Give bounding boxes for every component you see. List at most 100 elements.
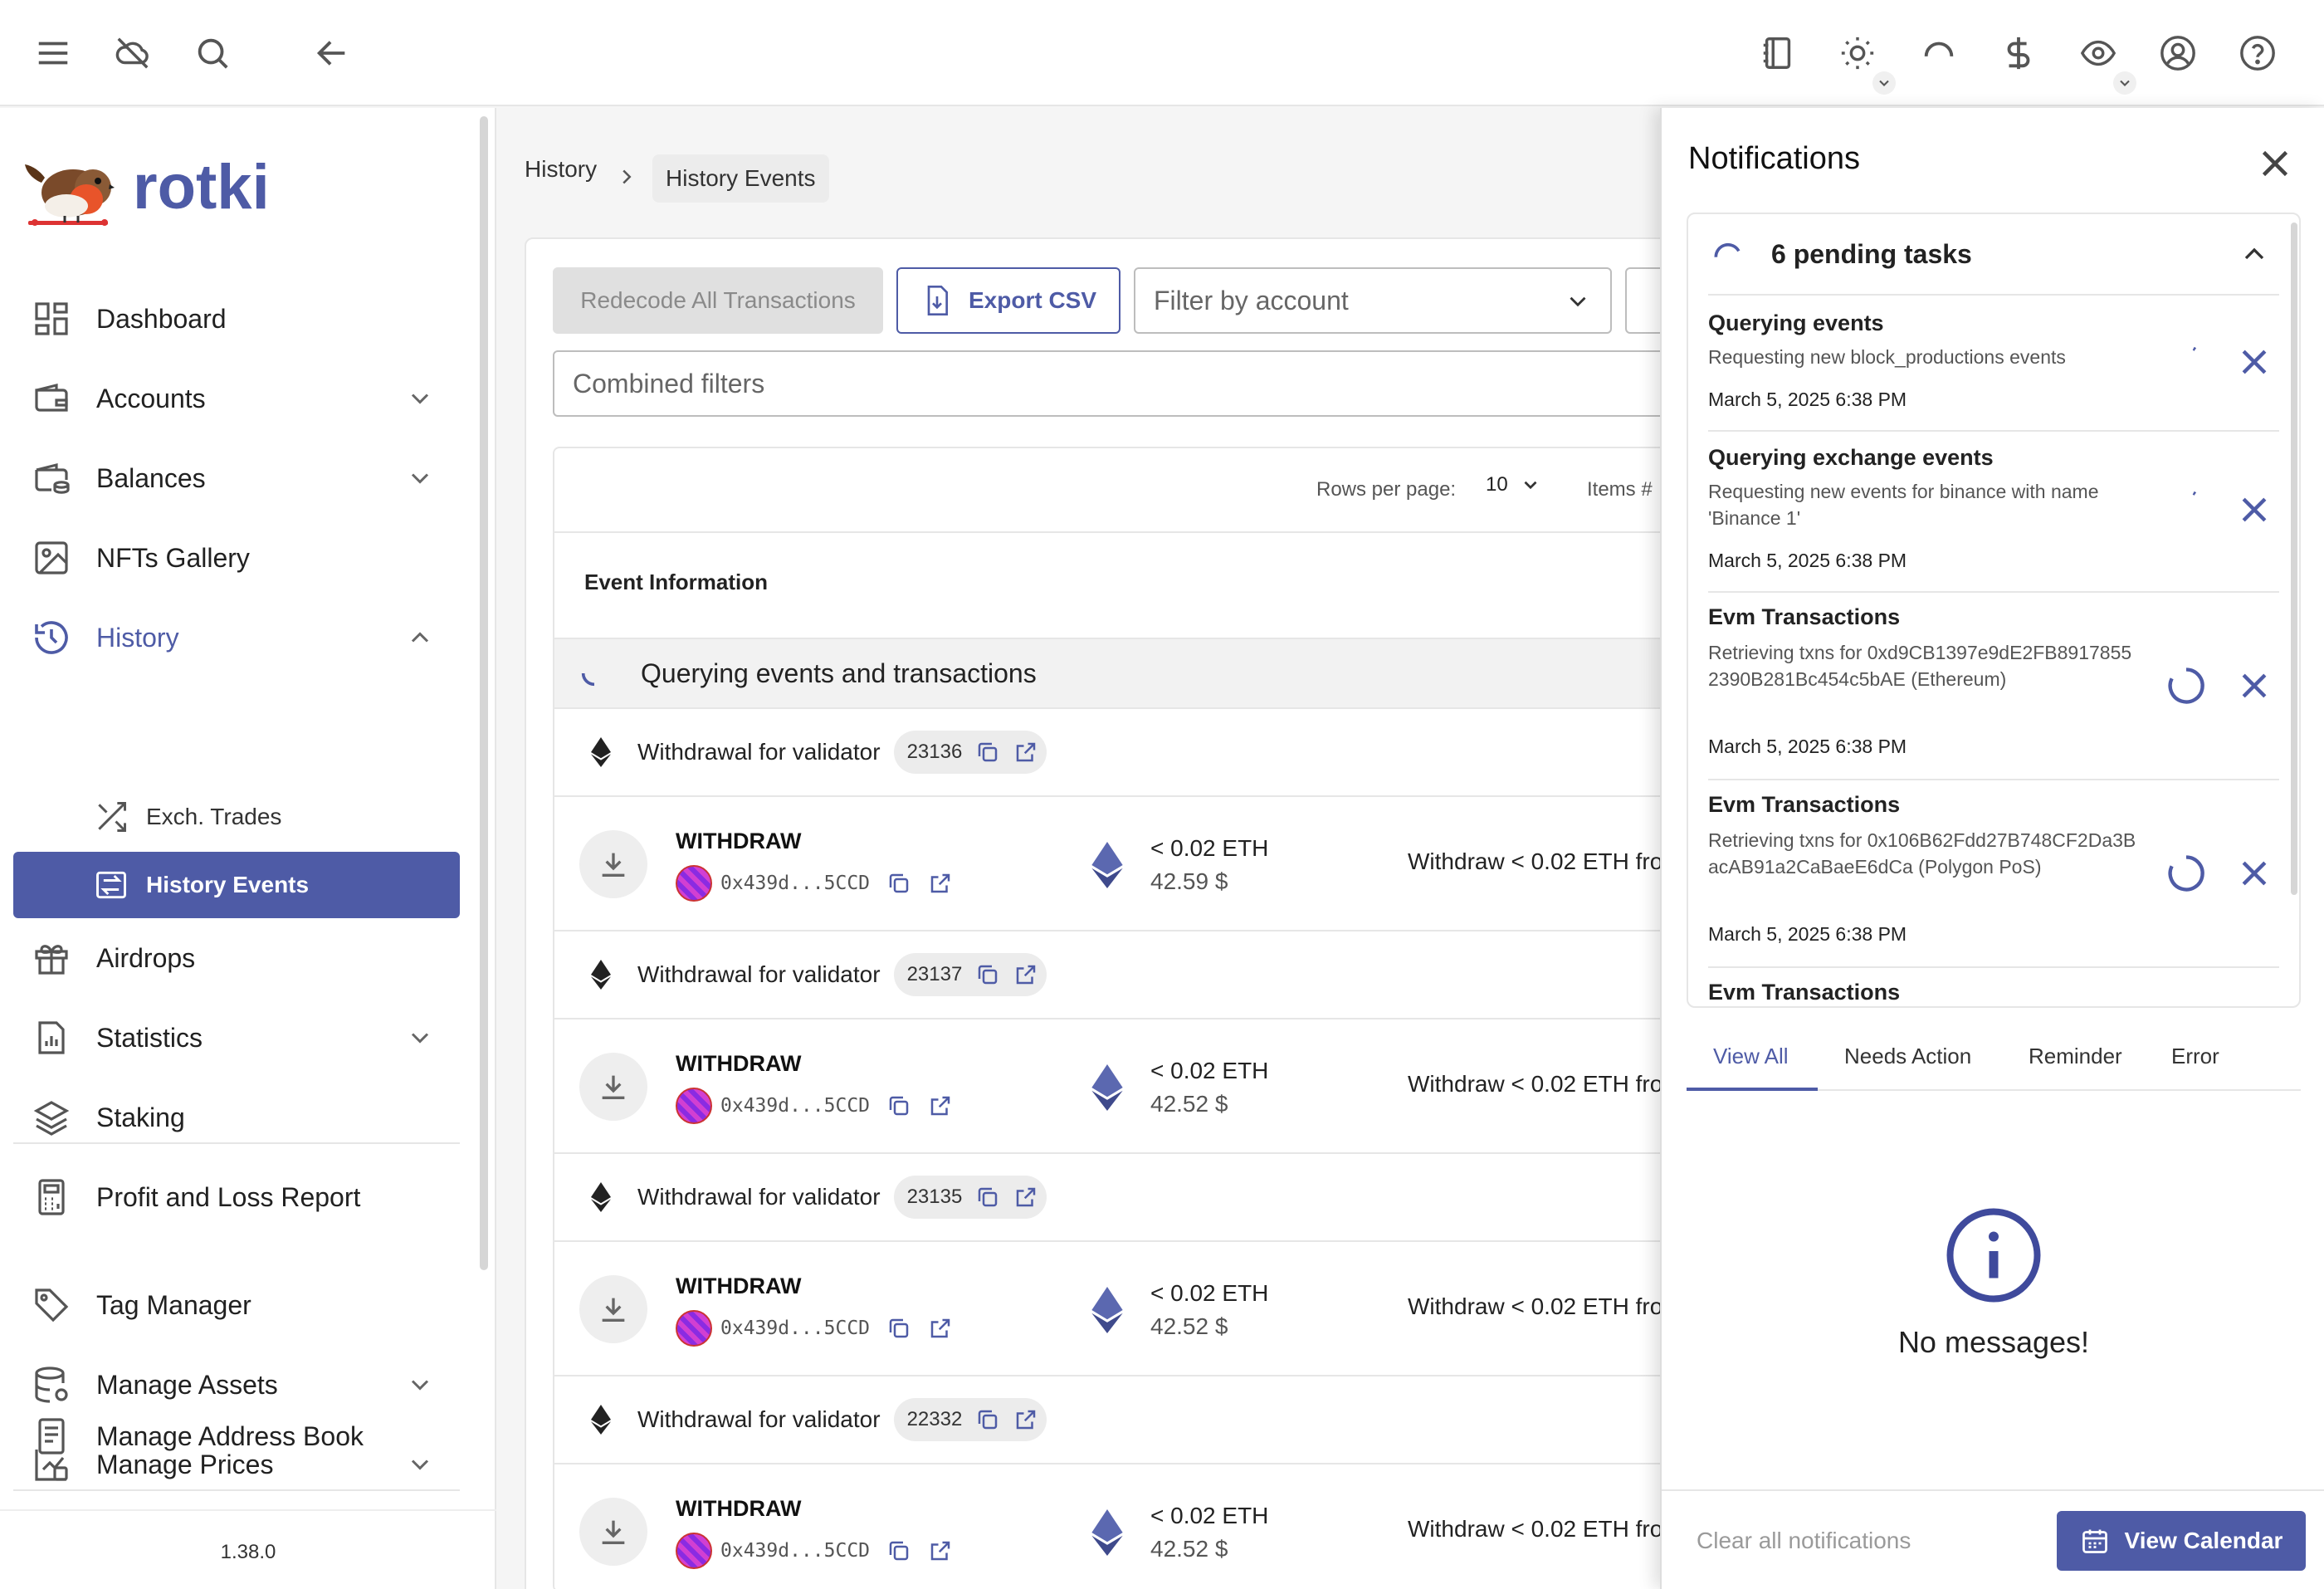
table-row[interactable]: WITHDRAW 0x439d...5CCD < 0.02 ETH 42.59 … [554, 797, 1697, 931]
nav-item-tag-manager[interactable]: Tag Manager [13, 1272, 460, 1338]
privacy-menu-chevron-icon[interactable] [2113, 71, 2136, 95]
export-csv-button[interactable]: Export CSV [896, 267, 1120, 334]
event-description: Withdraw < 0.02 ETH fro [1408, 1071, 1663, 1097]
external-link-icon[interactable] [928, 871, 953, 896]
querying-status-bar: Querying events and transactions [554, 638, 1697, 709]
amount-value: < 0.02 ETH [1150, 1280, 1269, 1306]
nav-item-statistics[interactable]: Statistics [13, 1005, 460, 1071]
pending-tasks-header[interactable]: 6 pending tasks [1688, 214, 2299, 294]
tab-error[interactable]: Error [2171, 1021, 2219, 1091]
redecode-all-button[interactable]: Redecode All Transactions [553, 267, 883, 334]
table-row[interactable]: WITHDRAW 0x439d...5CCD < 0.02 ETH 42.52 … [554, 1464, 1697, 1589]
loading-icon[interactable] [1914, 28, 1964, 78]
theme-sun-icon[interactable] [1833, 28, 1882, 78]
amount-usd: 42.52 $ [1150, 1313, 1228, 1339]
task-item: Querying events Requesting new block_pro… [1708, 296, 2279, 432]
sub-label: Exch. Trades [146, 804, 282, 829]
table-row[interactable]: WITHDRAW 0x439d...5CCD < 0.02 ETH 42.52 … [554, 1242, 1697, 1376]
view-calendar-button[interactable]: View Calendar [2057, 1511, 2306, 1571]
nav-label: History [96, 622, 179, 653]
copy-icon[interactable] [975, 740, 1000, 765]
chevron-down-icon[interactable] [405, 384, 435, 413]
chevron-down-icon[interactable] [405, 1370, 435, 1400]
copy-icon[interactable] [886, 871, 911, 896]
task-description: Retrieving txns for 0x106B62Fdd27B748CF2… [1708, 829, 2136, 878]
view-calendar-label: View Calendar [2124, 1528, 2283, 1553]
chevron-down-icon[interactable] [405, 1023, 435, 1053]
external-link-icon[interactable] [1013, 962, 1038, 987]
nav-item-balances[interactable]: Balances [13, 445, 460, 511]
chevron-down-icon [1570, 296, 1586, 307]
copy-icon[interactable] [886, 1538, 911, 1563]
currency-dollar-icon[interactable] [1994, 28, 2043, 78]
sidebar-item-history-events[interactable]: History Events [13, 852, 460, 918]
tab-needs-action[interactable]: Needs Action [1844, 1021, 1971, 1091]
external-link-icon[interactable] [928, 1538, 953, 1563]
combined-filters-placeholder: Combined filters [573, 368, 765, 398]
help-icon[interactable] [2233, 28, 2282, 78]
external-link-icon[interactable] [1013, 1407, 1038, 1432]
nav-item-dashboard[interactable]: Dashboard [13, 286, 460, 352]
chevron-up-icon[interactable] [2238, 237, 2271, 271]
account-filter-select[interactable]: Filter by account [1134, 267, 1612, 334]
external-link-icon[interactable] [1013, 740, 1038, 765]
chevron-down-icon[interactable] [405, 463, 435, 493]
app-version: 1.38.0 [220, 1541, 276, 1563]
avatar [676, 865, 712, 902]
nav-item-nfts-gallery[interactable]: NFTs Gallery [13, 525, 460, 591]
events-table: Rows per page: 10 Items # Event Informat… [553, 447, 1698, 1589]
combined-filters-input[interactable]: Combined filters [553, 350, 1698, 417]
nav-item-profit-and-loss-report[interactable]: Profit and Loss Report [13, 1164, 460, 1230]
pending-tasks-scrollbar[interactable] [2291, 222, 2297, 895]
nav-item-accounts[interactable]: Accounts [13, 365, 460, 432]
copy-icon[interactable] [975, 1185, 1000, 1210]
avatar [676, 1310, 712, 1347]
back-arrow-icon[interactable] [307, 28, 357, 78]
cancel-task-icon[interactable] [2236, 855, 2273, 892]
loading-spinner-icon [2168, 667, 2204, 704]
sidebar-item-exch-trades[interactable]: Exch. Trades [13, 784, 460, 850]
chevron-up-icon[interactable] [405, 623, 435, 653]
event-address: 0x439d...5CCD [676, 865, 953, 902]
tab-view-all[interactable]: View All [1713, 1021, 1789, 1091]
eye-icon[interactable] [2073, 28, 2123, 78]
event-group-header: Withdrawal for validator 23137 [554, 931, 1697, 1019]
account-circle-icon[interactable] [2153, 28, 2203, 78]
external-link-icon[interactable] [1013, 1185, 1038, 1210]
table-row[interactable]: WITHDRAW 0x439d...5CCD < 0.02 ETH 42.52 … [554, 1019, 1697, 1154]
cancel-task-icon[interactable] [2236, 667, 2273, 704]
notebook-icon[interactable] [1753, 28, 1803, 78]
cancel-task-icon[interactable] [2236, 344, 2273, 380]
nav-item-staking[interactable]: Staking [13, 1084, 460, 1151]
breadcrumb-parent[interactable]: History [525, 156, 597, 183]
validator-chip: 22332 [893, 1398, 1047, 1441]
external-link-icon[interactable] [928, 1316, 953, 1341]
notifications-panel: Notifications 6 pending tasks Querying e… [1660, 108, 2324, 1589]
copy-icon[interactable] [975, 1407, 1000, 1432]
nav-item-airdrops[interactable]: Airdrops [13, 925, 460, 991]
theme-menu-chevron-icon[interactable] [1872, 71, 1896, 95]
amount-value: < 0.02 ETH [1150, 1058, 1269, 1083]
close-icon[interactable] [2253, 141, 2297, 186]
address-text: 0x439d...5CCD [720, 1095, 871, 1117]
menu-icon[interactable] [28, 28, 78, 78]
search-icon[interactable] [188, 28, 237, 78]
avatar [676, 1533, 712, 1569]
nav-item-manage-address-book[interactable]: Manage Address Book [13, 1403, 460, 1469]
copy-icon[interactable] [975, 962, 1000, 987]
empty-message: No messages! [1897, 1325, 2090, 1359]
clear-all-notifications-button[interactable]: Clear all notifications [1697, 1528, 1911, 1554]
sidebar-scrollbar[interactable] [480, 116, 488, 1270]
gift-icon [35, 945, 68, 975]
nav-item-history[interactable]: History [13, 604, 460, 671]
event-type: WITHDRAW [676, 1496, 802, 1521]
cloud-off-icon[interactable] [108, 28, 158, 78]
external-link-icon[interactable] [928, 1093, 953, 1118]
cancel-task-icon[interactable] [2236, 491, 2273, 528]
event-address: 0x439d...5CCD [676, 1310, 953, 1347]
copy-icon[interactable] [886, 1316, 911, 1341]
rows-per-page-value: 10 [1486, 473, 1508, 496]
rows-per-page-select[interactable]: 10 [1486, 473, 1541, 496]
copy-icon[interactable] [886, 1093, 911, 1118]
tab-reminder[interactable]: Reminder [2029, 1021, 2122, 1091]
